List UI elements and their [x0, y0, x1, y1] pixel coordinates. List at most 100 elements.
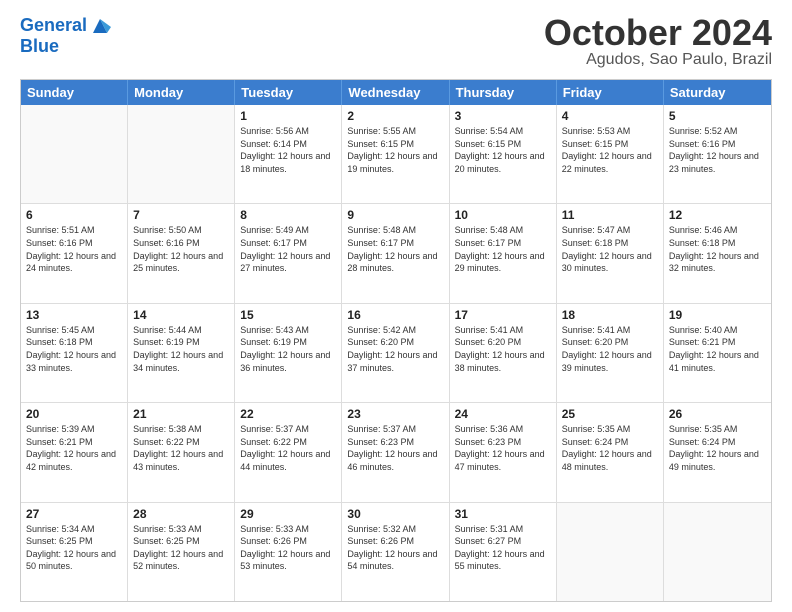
day-cell: 28 Sunrise: 5:33 AMSunset: 6:25 PMDayligh… — [128, 503, 235, 601]
day-number: 21 — [133, 407, 229, 421]
day-info: Sunrise: 5:54 AMSunset: 6:15 PMDaylight:… — [455, 125, 551, 175]
day-cell: 21 Sunrise: 5:38 AMSunset: 6:22 PMDayligh… — [128, 403, 235, 501]
day-header-monday: Monday — [128, 80, 235, 105]
day-cell: 18Sunrise: 5:41 AMSunset: 6:20 PMDayligh… — [557, 304, 664, 402]
day-cell: 22 Sunrise: 5:37 AMSunset: 6:22 PMDayligh… — [235, 403, 342, 501]
calendar-row-4: 20Sunrise: 5:39 AMSunset: 6:21 PMDayligh… — [21, 402, 771, 501]
day-cell: 30 Sunrise: 5:32 AMSunset: 6:26 PMDayligh… — [342, 503, 449, 601]
day-cell — [557, 503, 664, 601]
day-header-saturday: Saturday — [664, 80, 771, 105]
day-cell: 8 Sunrise: 5:49 AMSunset: 6:17 PMDaylight… — [235, 204, 342, 302]
day-cell: 11 Sunrise: 5:47 AMSunset: 6:18 PMDayligh… — [557, 204, 664, 302]
day-info: Sunrise: 5:35 AMSunset: 6:24 PMDaylight:… — [669, 423, 766, 473]
day-info: Sunrise: 5:42 AMSunset: 6:20 PMDaylight:… — [347, 324, 443, 374]
day-number: 10 — [455, 208, 551, 222]
day-info: Sunrise: 5:37 AMSunset: 6:23 PMDaylight:… — [347, 423, 443, 473]
day-number: 6 — [26, 208, 122, 222]
calendar-row-1: 1 Sunrise: 5:56 AMSunset: 6:14 PMDaylight… — [21, 105, 771, 203]
day-number: 22 — [240, 407, 336, 421]
day-info: Sunrise: 5:37 AMSunset: 6:22 PMDaylight:… — [240, 423, 336, 473]
day-number: 13 — [26, 308, 122, 322]
logo-icon — [89, 15, 111, 37]
day-header-sunday: Sunday — [21, 80, 128, 105]
day-number: 7 — [133, 208, 229, 222]
day-number: 23 — [347, 407, 443, 421]
day-info: Sunrise: 5:48 AMSunset: 6:17 PMDaylight:… — [455, 224, 551, 274]
day-number: 30 — [347, 507, 443, 521]
day-info: Sunrise: 5:40 AMSunset: 6:21 PMDaylight:… — [669, 324, 766, 374]
day-number: 9 — [347, 208, 443, 222]
day-cell: 9 Sunrise: 5:48 AMSunset: 6:17 PMDaylight… — [342, 204, 449, 302]
day-cell: 24Sunrise: 5:36 AMSunset: 6:23 PMDayligh… — [450, 403, 557, 501]
day-info: Sunrise: 5:44 AMSunset: 6:19 PMDaylight:… — [133, 324, 229, 374]
day-header-tuesday: Tuesday — [235, 80, 342, 105]
day-cell: 20Sunrise: 5:39 AMSunset: 6:21 PMDayligh… — [21, 403, 128, 501]
day-info: Sunrise: 5:47 AMSunset: 6:18 PMDaylight:… — [562, 224, 658, 274]
day-number: 29 — [240, 507, 336, 521]
day-header-thursday: Thursday — [450, 80, 557, 105]
day-info: Sunrise: 5:51 AMSunset: 6:16 PMDaylight:… — [26, 224, 122, 274]
day-info: Sunrise: 5:43 AMSunset: 6:19 PMDaylight:… — [240, 324, 336, 374]
day-info: Sunrise: 5:53 AMSunset: 6:15 PMDaylight:… — [562, 125, 658, 175]
day-number: 25 — [562, 407, 658, 421]
day-number: 27 — [26, 507, 122, 521]
day-number: 18 — [562, 308, 658, 322]
day-info: Sunrise: 5:56 AMSunset: 6:14 PMDaylight:… — [240, 125, 336, 175]
day-cell: 10 Sunrise: 5:48 AMSunset: 6:17 PMDayligh… — [450, 204, 557, 302]
day-number: 31 — [455, 507, 551, 521]
day-cell: 1 Sunrise: 5:56 AMSunset: 6:14 PMDaylight… — [235, 105, 342, 203]
day-cell: 5Sunrise: 5:52 AMSunset: 6:16 PMDaylight… — [664, 105, 771, 203]
day-info: Sunrise: 5:35 AMSunset: 6:24 PMDaylight:… — [562, 423, 658, 473]
day-number: 12 — [669, 208, 766, 222]
day-info: Sunrise: 5:41 AMSunset: 6:20 PMDaylight:… — [455, 324, 551, 374]
day-info: Sunrise: 5:34 AMSunset: 6:25 PMDaylight:… — [26, 523, 122, 573]
calendar-header: SundayMondayTuesdayWednesdayThursdayFrid… — [21, 80, 771, 105]
location: Agudos, Sao Paulo, Brazil — [544, 51, 772, 69]
day-number: 1 — [240, 109, 336, 123]
calendar: SundayMondayTuesdayWednesdayThursdayFrid… — [20, 79, 772, 602]
day-info: Sunrise: 5:32 AMSunset: 6:26 PMDaylight:… — [347, 523, 443, 573]
day-number: 14 — [133, 308, 229, 322]
day-cell: 31 Sunrise: 5:31 AMSunset: 6:27 PMDayligh… — [450, 503, 557, 601]
day-number: 16 — [347, 308, 443, 322]
day-header-friday: Friday — [557, 80, 664, 105]
logo: General Blue — [20, 15, 111, 57]
day-number: 28 — [133, 507, 229, 521]
logo-blue-text: Blue — [20, 37, 111, 57]
calendar-body: 1 Sunrise: 5:56 AMSunset: 6:14 PMDaylight… — [21, 105, 771, 601]
day-header-wednesday: Wednesday — [342, 80, 449, 105]
day-info: Sunrise: 5:36 AMSunset: 6:23 PMDaylight:… — [455, 423, 551, 473]
day-cell: 4 Sunrise: 5:53 AMSunset: 6:15 PMDaylight… — [557, 105, 664, 203]
logo-text: General — [20, 16, 87, 36]
day-cell: 16 Sunrise: 5:42 AMSunset: 6:20 PMDayligh… — [342, 304, 449, 402]
day-number: 26 — [669, 407, 766, 421]
day-info: Sunrise: 5:31 AMSunset: 6:27 PMDaylight:… — [455, 523, 551, 573]
day-info: Sunrise: 5:49 AMSunset: 6:17 PMDaylight:… — [240, 224, 336, 274]
calendar-row-2: 6 Sunrise: 5:51 AMSunset: 6:16 PMDaylight… — [21, 203, 771, 302]
day-cell: 13 Sunrise: 5:45 AMSunset: 6:18 PMDayligh… — [21, 304, 128, 402]
day-info: Sunrise: 5:33 AMSunset: 6:26 PMDaylight:… — [240, 523, 336, 573]
day-cell: 23 Sunrise: 5:37 AMSunset: 6:23 PMDayligh… — [342, 403, 449, 501]
day-cell: 29 Sunrise: 5:33 AMSunset: 6:26 PMDayligh… — [235, 503, 342, 601]
day-cell — [128, 105, 235, 203]
day-cell — [21, 105, 128, 203]
day-cell: 12Sunrise: 5:46 AMSunset: 6:18 PMDayligh… — [664, 204, 771, 302]
day-info: Sunrise: 5:45 AMSunset: 6:18 PMDaylight:… — [26, 324, 122, 374]
day-cell: 14 Sunrise: 5:44 AMSunset: 6:19 PMDayligh… — [128, 304, 235, 402]
page: General Blue October 2024 Agudos, Sao Pa… — [0, 0, 792, 612]
day-info: Sunrise: 5:48 AMSunset: 6:17 PMDaylight:… — [347, 224, 443, 274]
day-cell: 26 Sunrise: 5:35 AMSunset: 6:24 PMDayligh… — [664, 403, 771, 501]
day-info: Sunrise: 5:55 AMSunset: 6:15 PMDaylight:… — [347, 125, 443, 175]
day-number: 4 — [562, 109, 658, 123]
day-number: 2 — [347, 109, 443, 123]
day-number: 5 — [669, 109, 766, 123]
day-cell — [664, 503, 771, 601]
day-number: 8 — [240, 208, 336, 222]
day-number: 19 — [669, 308, 766, 322]
day-info: Sunrise: 5:33 AMSunset: 6:25 PMDaylight:… — [133, 523, 229, 573]
day-number: 15 — [240, 308, 336, 322]
day-cell: 19 Sunrise: 5:40 AMSunset: 6:21 PMDayligh… — [664, 304, 771, 402]
day-cell: 15 Sunrise: 5:43 AMSunset: 6:19 PMDayligh… — [235, 304, 342, 402]
day-number: 11 — [562, 208, 658, 222]
day-info: Sunrise: 5:38 AMSunset: 6:22 PMDaylight:… — [133, 423, 229, 473]
